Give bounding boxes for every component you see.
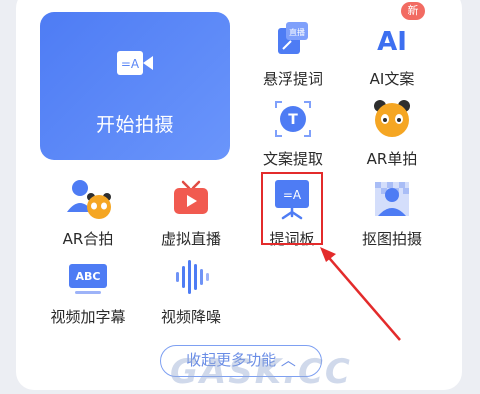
video-denoise-icon: [168, 254, 214, 300]
cutout-shoot-icon: [369, 176, 415, 222]
teleprompter-icon: =A: [115, 48, 155, 82]
video-subtitle-icon: ABC: [65, 254, 111, 300]
tool-ar-duet[interactable]: AR合拍: [43, 176, 133, 249]
new-badge: 新: [401, 2, 425, 20]
ar-duet-icon: [65, 176, 111, 222]
svg-text:AI: AI: [377, 27, 407, 57]
pointer-arrow-icon: [320, 247, 401, 341]
tool-floating-prompt[interactable]: 直播 悬浮提词: [248, 16, 338, 89]
svg-text:=A: =A: [121, 57, 140, 71]
start-shooting-label: 开始拍摄: [95, 114, 174, 136]
virtual-live-icon: [168, 176, 214, 222]
tool-video-denoise[interactable]: 视频降噪: [146, 254, 236, 327]
tool-label: 视频降噪: [160, 308, 221, 326]
tool-ar-single[interactable]: AR单拍: [347, 96, 437, 169]
svg-text:T: T: [288, 112, 298, 128]
tool-virtual-live[interactable]: 虚拟直播: [146, 176, 236, 249]
tool-cutout-shoot[interactable]: 抠图拍摄: [347, 176, 437, 249]
tool-ai-copy[interactable]: AI 新 AI文案: [347, 2, 437, 89]
tool-label: AR单拍: [366, 150, 418, 168]
tool-label: 文案提取: [262, 150, 323, 168]
start-shooting-button[interactable]: =A 开始拍摄: [40, 12, 230, 160]
text-extract-icon: T: [270, 96, 316, 142]
ai-copy-icon: AI 新: [369, 2, 425, 62]
tool-label: 虚拟直播: [160, 230, 221, 248]
svg-text:直播: 直播: [289, 27, 305, 37]
floating-prompt-icon: 直播: [270, 16, 316, 62]
watermark: GASK.CC: [170, 352, 352, 392]
tool-label: AI文案: [369, 70, 415, 88]
tool-label: 悬浮提词: [262, 70, 323, 88]
tool-text-extract[interactable]: T 文案提取: [248, 96, 338, 169]
ar-panda-icon: [369, 96, 415, 142]
tool-label: 视频加字幕: [50, 308, 126, 326]
tool-video-subtitle[interactable]: ABC 视频加字幕: [43, 254, 133, 327]
highlight-box: [261, 172, 323, 245]
tool-label: AR合拍: [62, 230, 114, 248]
svg-text:ABC: ABC: [76, 270, 101, 283]
